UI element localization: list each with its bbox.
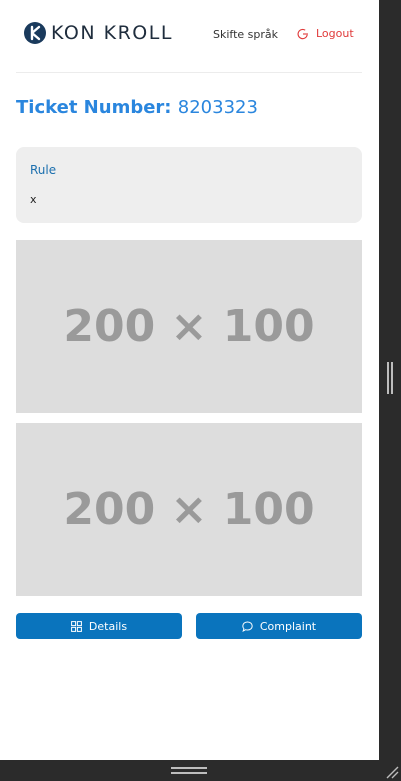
image-placeholder-text: 200 × 100 bbox=[63, 484, 315, 535]
logo-text: KON KROLL bbox=[51, 22, 173, 44]
ticket-title-label: Ticket Number: bbox=[16, 97, 172, 118]
header: KON KROLL Skifte språk Logout bbox=[0, 0, 379, 72]
app-viewport: KON KROLL Skifte språk Logout Ticket Num… bbox=[0, 0, 379, 760]
complaint-label: Complaint bbox=[259, 619, 317, 633]
logout-icon bbox=[297, 28, 308, 40]
header-divider bbox=[16, 72, 362, 73]
grid-icon bbox=[71, 620, 82, 632]
details-button[interactable]: Details bbox=[16, 613, 182, 639]
ticket-number: 8203323 bbox=[177, 97, 258, 118]
details-label: Details bbox=[88, 619, 128, 633]
logout-label: Logout bbox=[316, 27, 354, 40]
logo[interactable]: KON KROLL bbox=[23, 20, 173, 46]
rule-card: Rule x bbox=[16, 147, 362, 223]
ticket-image-1[interactable]: 200 × 100 bbox=[16, 240, 362, 413]
ticket-title: Ticket Number: 8203323 bbox=[16, 96, 258, 120]
rule-value: x bbox=[30, 193, 37, 206]
rule-label: Rule bbox=[30, 163, 57, 177]
image-placeholder-text: 200 × 100 bbox=[63, 301, 315, 352]
language-switch-link[interactable]: Skifte språk bbox=[213, 28, 278, 42]
konkroll-logo-icon bbox=[24, 22, 46, 44]
complaint-button[interactable]: Complaint bbox=[196, 613, 362, 639]
resize-handle-vertical-icon[interactable] bbox=[386, 362, 394, 394]
resize-corner-grip-icon[interactable] bbox=[385, 765, 399, 779]
logout-button[interactable]: Logout bbox=[297, 27, 354, 41]
chat-icon bbox=[242, 620, 253, 632]
resize-handle-horizontal-icon[interactable] bbox=[171, 766, 207, 776]
ticket-image-2[interactable]: 200 × 100 bbox=[16, 423, 362, 596]
